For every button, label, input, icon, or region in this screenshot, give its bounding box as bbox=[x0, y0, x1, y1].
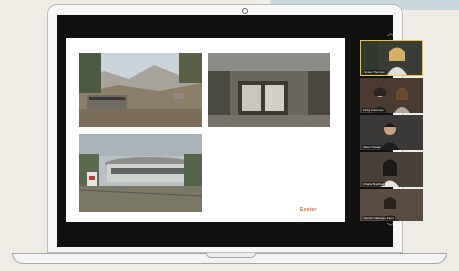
participant-tile[interactable]: Yasmin Catterige-Farm bbox=[360, 189, 423, 221]
scroll-up-icon[interactable]: ︿ bbox=[387, 30, 394, 37]
webcam-icon bbox=[242, 8, 248, 14]
participant-tile-active[interactable]: Grace Thornton bbox=[360, 40, 423, 76]
participant-name: Yasmin Catterige-Farm bbox=[362, 216, 395, 220]
participant-tile[interactable]: Oliver Nowak bbox=[360, 115, 423, 150]
laptop-notch bbox=[206, 253, 256, 258]
scroll-down-icon[interactable]: ﹀ bbox=[387, 224, 394, 231]
slide-photo-ring-building bbox=[79, 134, 202, 212]
slide-photo-pavilion bbox=[208, 53, 330, 127]
participant-name: Charla Bradford bbox=[362, 182, 386, 186]
slide-logo: Exeter bbox=[300, 207, 317, 213]
participant-tile[interactable]: Libby Friedman bbox=[360, 78, 423, 113]
participant-name: Oliver Nowak bbox=[362, 145, 382, 149]
slide-photo-hillside bbox=[79, 53, 202, 127]
participant-name: Grace Thornton bbox=[363, 70, 386, 74]
participant-tile[interactable]: Charla Bradford bbox=[360, 152, 423, 187]
participant-name: Libby Friedman bbox=[362, 108, 385, 112]
